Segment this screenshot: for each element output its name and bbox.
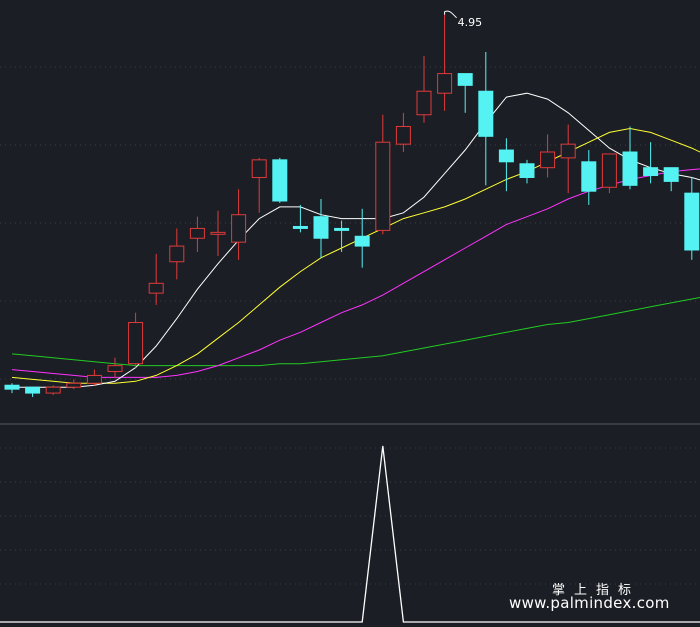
- candle-body-32: [663, 167, 679, 182]
- candle-13: [272, 157, 288, 203]
- candle-body-1: [25, 386, 41, 394]
- candle-6: [128, 312, 144, 368]
- candle-body-6: [128, 322, 144, 365]
- candle-19: [395, 112, 411, 152]
- candle-7: [148, 253, 164, 305]
- candle-body-33: [684, 192, 700, 251]
- candle-body-3: [66, 382, 82, 388]
- candle-31: [643, 142, 659, 184]
- candle-body-4: [86, 374, 102, 384]
- chart-stage: 4.95 掌上指标 www.palmindex.com: [0, 0, 700, 627]
- candle-32: [663, 167, 679, 192]
- candle-body-8: [169, 245, 185, 263]
- candlestick-chart: 4.95: [0, 10, 700, 623]
- candle-18: [375, 114, 391, 235]
- high-marker: 4.95: [444, 10, 483, 29]
- candle-12: [251, 157, 267, 213]
- candle-21: [437, 14, 453, 111]
- candle-body-7: [148, 282, 164, 294]
- candle-body-25: [519, 163, 535, 178]
- ma60-line: [11, 296, 700, 367]
- candle-30: [622, 126, 638, 190]
- candle-body-0: [4, 384, 20, 390]
- candle-0: [4, 383, 20, 394]
- candle-26: [540, 134, 556, 178]
- candle-8: [169, 228, 185, 280]
- candle-20: [416, 55, 432, 123]
- ma10-line: [11, 127, 700, 384]
- candle-11: [231, 189, 247, 260]
- candle-9: [189, 216, 205, 252]
- high-marker-label: 4.95: [458, 16, 483, 29]
- candle-body-21: [437, 73, 453, 94]
- candle-body-9: [189, 227, 205, 239]
- candle-17: [354, 208, 370, 268]
- candle-5: [107, 357, 123, 378]
- candle-body-22: [457, 73, 473, 86]
- candle-body-15: [313, 216, 329, 239]
- candle-body-5: [107, 365, 123, 373]
- candle-body-2: [45, 386, 61, 394]
- candle-33: [684, 177, 700, 260]
- watermark-url: www.palmindex.com: [509, 594, 670, 612]
- candle-2: [45, 385, 61, 396]
- candle-4: [86, 369, 102, 386]
- candle-body-29: [601, 153, 617, 188]
- candle-16: [334, 220, 350, 252]
- candle-28: [581, 150, 597, 205]
- grid-lines: [0, 66, 700, 585]
- candle-body-12: [251, 159, 267, 178]
- candle-body-23: [478, 90, 494, 137]
- candle-body-16: [334, 227, 350, 231]
- candle-27: [560, 124, 576, 194]
- candle-15: [313, 199, 329, 258]
- candle-body-10: [210, 231, 226, 235]
- candle-23: [478, 52, 494, 186]
- candle-1: [25, 386, 41, 397]
- candle-25: [519, 159, 535, 184]
- candle-29: [601, 153, 617, 194]
- high-marker-hook: [444, 10, 457, 19]
- candle-body-19: [395, 126, 411, 145]
- candle-body-28: [581, 161, 597, 192]
- candle-body-31: [643, 167, 659, 177]
- ma20-line: [11, 168, 700, 378]
- candles: [4, 14, 700, 397]
- candle-body-11: [231, 214, 247, 243]
- candle-body-18: [375, 141, 391, 231]
- candle-3: [66, 379, 82, 390]
- candle-body-20: [416, 90, 432, 116]
- candle-24: [498, 138, 514, 192]
- candle-body-26: [540, 151, 556, 169]
- candle-body-13: [272, 159, 288, 202]
- candle-22: [457, 73, 473, 113]
- candle-body-24: [498, 149, 514, 163]
- candle-body-30: [622, 151, 638, 186]
- candle-body-27: [560, 143, 576, 159]
- candle-body-14: [292, 225, 308, 229]
- candle-10: [210, 210, 226, 256]
- candle-body-17: [354, 235, 370, 247]
